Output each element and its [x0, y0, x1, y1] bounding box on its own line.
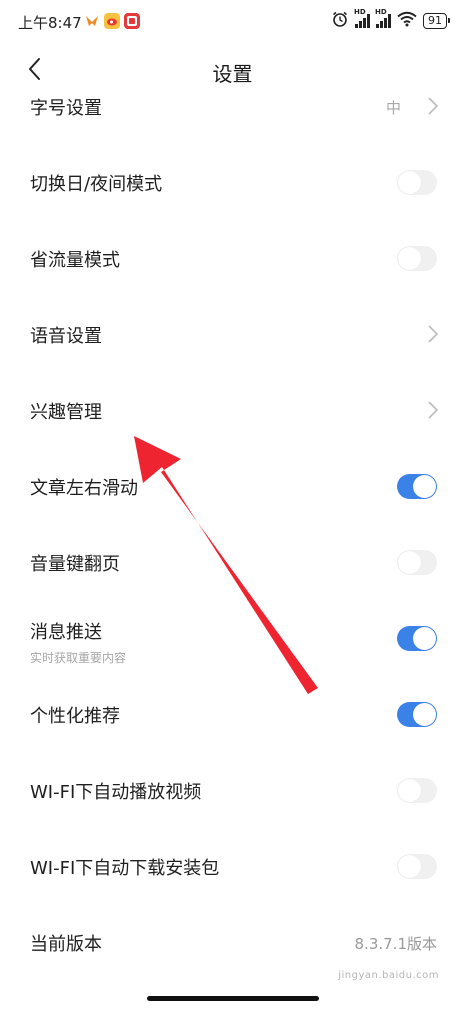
version-value: 8.3.7.1版本	[354, 935, 437, 953]
setting-personalized-recommendation: 个性化推荐	[0, 676, 465, 752]
notification-app-icon	[84, 13, 100, 29]
setting-label: 省流量模式	[30, 250, 120, 271]
wifi-autoplay-toggle[interactable]	[397, 778, 437, 803]
wifi-download-toggle[interactable]	[397, 854, 437, 879]
signal-strength-icon: HD	[354, 8, 370, 28]
toggle-knob	[398, 171, 421, 194]
setting-wifi-auto-download: WI-FI下自动下载安装包	[0, 828, 465, 904]
toggle-knob	[398, 551, 421, 574]
toggle-knob	[413, 703, 436, 726]
toggle-knob	[413, 475, 436, 498]
push-notifications-toggle[interactable]	[397, 626, 437, 651]
signal-hd-label-2: HD	[375, 8, 387, 16]
watermark-text: jingyan.baidu.com	[338, 970, 439, 981]
battery-indicator: 91	[423, 13, 450, 29]
setting-interest-management[interactable]: 兴趣管理	[0, 372, 465, 448]
setting-label: 消息推送	[30, 622, 102, 643]
setting-label: 兴趣管理	[30, 402, 102, 423]
setting-label: 个性化推荐	[30, 706, 120, 727]
setting-volume-key-paging: 音量键翻页	[0, 524, 465, 600]
signal-hd-label: HD	[354, 8, 366, 16]
setting-day-night-mode: 切换日/夜间模式	[0, 144, 465, 220]
alarm-icon	[331, 10, 349, 32]
signal-strength-icon-2: HD	[375, 8, 391, 28]
chevron-right-icon	[428, 97, 439, 115]
setting-push-notifications: 消息推送 实时获取重要内容	[0, 600, 465, 676]
toggle-knob	[398, 855, 421, 878]
setting-label: 当前版本	[30, 934, 102, 955]
chevron-right-icon	[428, 401, 439, 419]
settings-list: 字号设置 中 切换日/夜间模式 省流量模式 语音设置 兴趣管理 文章左右滑动 音…	[0, 68, 465, 980]
weibo-app-icon	[104, 13, 120, 29]
setting-value: 中	[385, 99, 401, 117]
day-night-toggle[interactable]	[397, 170, 437, 195]
home-indicator[interactable]	[147, 996, 319, 1001]
wifi-icon	[397, 11, 417, 31]
setting-data-saver: 省流量模式	[0, 220, 465, 296]
setting-label: 语音设置	[30, 326, 102, 347]
status-bar: 上午8:47 HD HD 91	[0, 0, 465, 44]
personalized-toggle[interactable]	[397, 702, 437, 727]
toggle-knob	[398, 247, 421, 270]
chevron-right-icon	[428, 325, 439, 343]
setting-label: 音量键翻页	[30, 554, 120, 575]
setting-label: WI-FI下自动播放视频	[30, 782, 202, 803]
setting-label: WI-FI下自动下载安装包	[30, 858, 220, 879]
volume-key-toggle[interactable]	[397, 550, 437, 575]
setting-wifi-autoplay-video: WI-FI下自动播放视频	[0, 752, 465, 828]
setting-current-version[interactable]: 当前版本 8.3.7.1版本	[0, 904, 465, 980]
status-indicators: HD HD 91	[331, 8, 450, 32]
setting-swipe-articles: 文章左右滑动	[0, 448, 465, 524]
toggle-knob	[413, 627, 436, 650]
setting-label: 字号设置	[30, 98, 102, 119]
status-time: 上午8:47	[18, 14, 82, 32]
setting-font-size[interactable]: 字号设置 中	[0, 68, 465, 144]
setting-label: 文章左右滑动	[30, 478, 138, 499]
swipe-articles-toggle[interactable]	[397, 474, 437, 499]
setting-subtitle: 实时获取重要内容	[30, 651, 127, 665]
toggle-knob	[398, 779, 421, 802]
setting-voice[interactable]: 语音设置	[0, 296, 465, 372]
app-notification-icon	[124, 13, 140, 29]
data-saver-toggle[interactable]	[397, 246, 437, 271]
setting-label: 切换日/夜间模式	[30, 174, 163, 195]
